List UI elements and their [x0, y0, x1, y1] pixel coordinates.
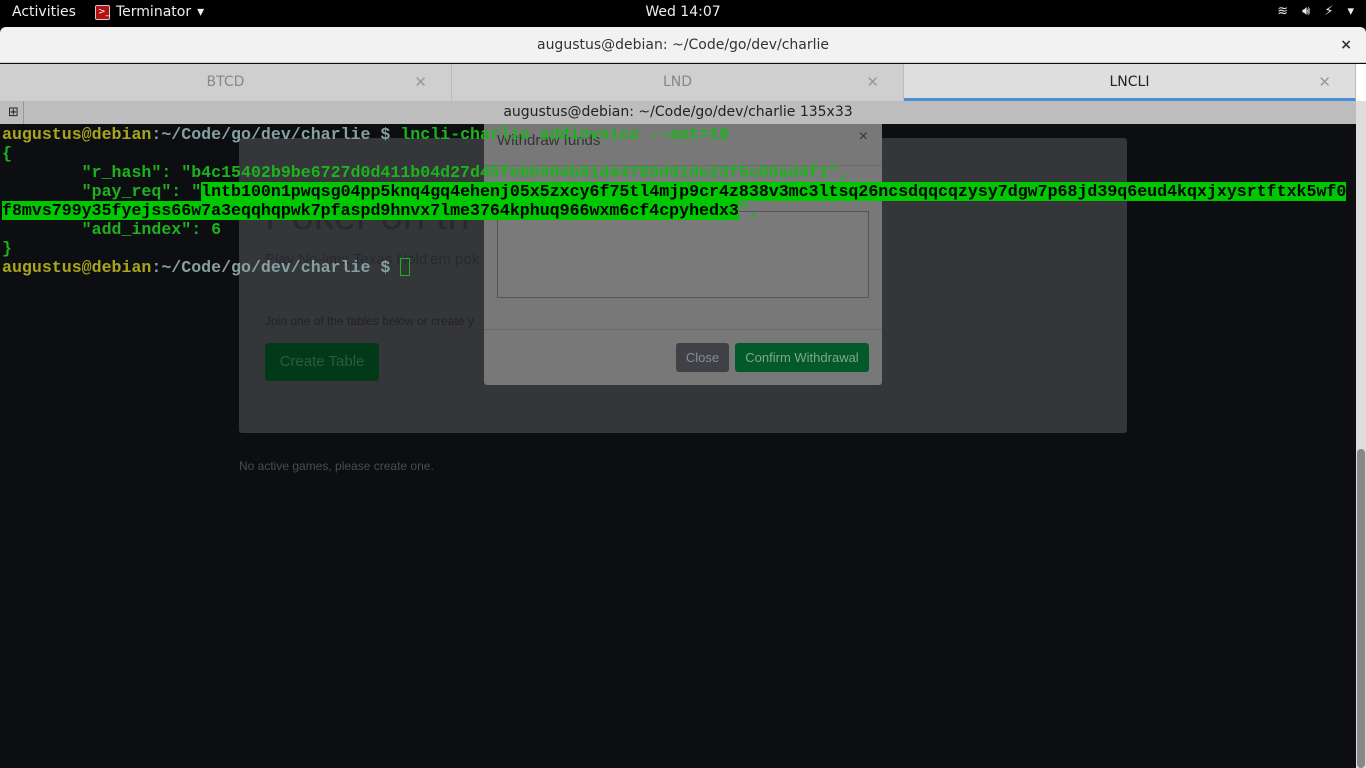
chevron-down-icon: ▾	[1347, 4, 1354, 19]
terminal-tabs: BTCD ✕ LND ✕ LNCLI ✕	[0, 64, 1366, 101]
tab-btcd[interactable]: BTCD ✕	[0, 64, 452, 101]
scrollbar-thumb[interactable]	[1357, 449, 1365, 768]
terminal-output: augustus@debian:~/Code/go/dev/charlie $ …	[2, 125, 1347, 277]
pay-req-key: "pay_req": "	[2, 182, 202, 201]
activities-button[interactable]: Activities	[12, 4, 76, 20]
output-line: {	[2, 144, 12, 163]
app-name: Terminator	[116, 4, 192, 20]
layout-grid-icon[interactable]: ⊞	[4, 101, 24, 124]
output-line: f8mvs799y35fyejss66w7a3eqqhqpwk7pfaspd9h…	[2, 201, 1346, 220]
terminal-titlebar: ⊞ augustus@debian: ~/Code/go/dev/charlie…	[0, 101, 1356, 124]
output-line: "pay_req": "lntb100n1pwqsg04pp5knq4gq4eh…	[2, 182, 1347, 201]
app-menu[interactable]: >_ Terminator ▾	[95, 4, 204, 20]
tab-label: LND	[662, 74, 693, 90]
close-button[interactable]: Close	[676, 343, 729, 372]
output-line: "r_hash": "b4c15402b9be6727d0d411b04d27d…	[2, 163, 849, 182]
join-text: Join one of the tables below or create y	[265, 314, 474, 328]
chevron-down-icon: ▾	[197, 4, 205, 20]
scrollbar[interactable]	[1356, 101, 1366, 768]
create-table-button[interactable]: Create Table	[265, 343, 379, 381]
close-window-button[interactable]: ×	[1340, 27, 1352, 63]
confirm-withdrawal-button[interactable]: Confirm Withdrawal	[735, 343, 869, 372]
close-tab-icon[interactable]: ✕	[414, 64, 427, 100]
terminal-pane[interactable]: Poker on th ! Play No-limit Texas Hold'e…	[0, 124, 1356, 768]
selected-text[interactable]: f8mvs799y35fyejss66w7a3eqqhqpwk7pfaspd9h…	[2, 201, 739, 220]
output-line: }	[2, 239, 12, 258]
prompt-user: augustus@debian	[2, 125, 152, 144]
command: lncli-charlie addinvoice --amt=10	[400, 125, 729, 144]
command-line: augustus@debian:~/Code/go/dev/charlie $ …	[2, 125, 1346, 144]
prompt-user: augustus@debian	[2, 258, 152, 277]
battery-charging-icon: ⚡︎	[1324, 4, 1334, 19]
cursor	[400, 258, 411, 276]
wifi-icon: ≋	[1277, 4, 1289, 19]
close-tab-icon[interactable]: ✕	[1318, 64, 1331, 100]
output-line: "add_index": 6	[2, 220, 222, 239]
no-games-text: No active games, please create one.	[239, 459, 434, 473]
selected-text[interactable]: lntb100n1pwqsg04pp5knq4gq4ehenj05x5zxcy6…	[201, 182, 1347, 201]
tab-lnd[interactable]: LND ✕	[452, 64, 904, 101]
terminal-header: augustus@debian: ~/Code/go/dev/charlie 1…	[503, 104, 853, 120]
clock[interactable]: Wed 14:07	[0, 4, 1366, 20]
volume-icon: 🔊︎	[1302, 4, 1311, 19]
prompt-line: augustus@debian:~/Code/go/dev/charlie $	[2, 258, 1346, 277]
tab-lncli[interactable]: LNCLI ✕	[904, 64, 1356, 101]
prompt-path: :~/Code/go/dev/charlie $	[151, 258, 401, 277]
prompt-path: :~/Code/go/dev/charlie $	[151, 125, 401, 144]
text: ",	[738, 201, 759, 220]
window-titlebar: augustus@debian: ~/Code/go/dev/charlie ×	[0, 27, 1366, 63]
divider	[484, 329, 882, 330]
close-tab-icon[interactable]: ✕	[866, 64, 879, 100]
tab-label: LNCLI	[1109, 74, 1150, 90]
terminal-icon: >_	[95, 4, 110, 20]
tab-label: BTCD	[206, 74, 245, 90]
system-tray[interactable]: ≋ 🔊︎ ⚡︎ ▾	[1277, 4, 1354, 19]
tabs-edge	[1356, 64, 1366, 101]
window-title: augustus@debian: ~/Code/go/dev/charlie	[536, 37, 830, 53]
gnome-top-bar: Activities >_ Terminator ▾ Wed 14:07 ≋ 🔊︎ ⚡︎…	[0, 0, 1366, 27]
